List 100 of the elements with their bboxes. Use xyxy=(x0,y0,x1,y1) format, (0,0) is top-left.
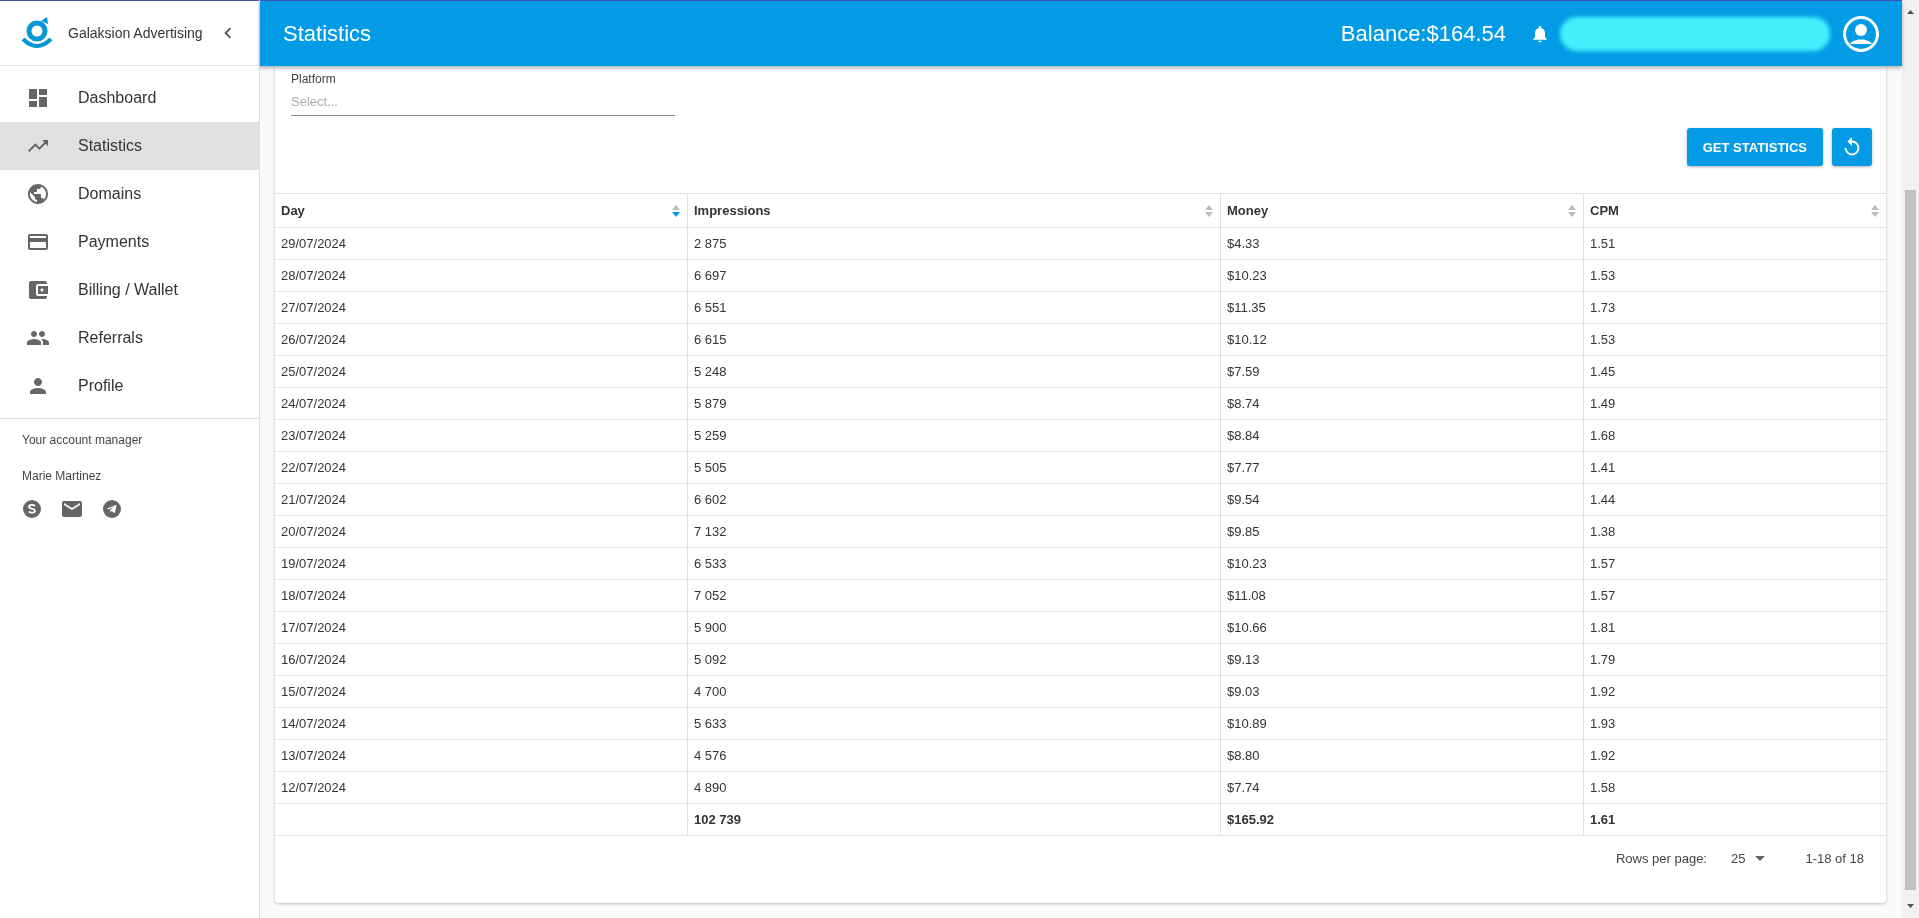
table-cell: 5 505 xyxy=(688,452,1221,484)
sidebar-item[interactable]: Statistics xyxy=(0,122,259,170)
table-cell: 1.49 xyxy=(1584,388,1886,420)
table-cell: 6 533 xyxy=(688,548,1221,580)
table-cell: 1.73 xyxy=(1584,292,1886,324)
table-cell: 18/07/2024 xyxy=(275,580,688,612)
table-cell: 7 052 xyxy=(688,580,1221,612)
table-cell: 4 700 xyxy=(688,676,1221,708)
total-cell: 1.61 xyxy=(1584,804,1886,836)
table-cell: 1.93 xyxy=(1584,708,1886,740)
table-cell: $8.74 xyxy=(1221,388,1584,420)
table-cell: 4 576 xyxy=(688,740,1221,772)
table-cell: $9.03 xyxy=(1221,676,1584,708)
table-cell: 6 697 xyxy=(688,260,1221,292)
table-cell: 28/07/2024 xyxy=(275,260,688,292)
telegram-icon[interactable] xyxy=(102,499,122,519)
bell-icon[interactable] xyxy=(1530,23,1550,44)
page-title: Statistics xyxy=(283,20,373,47)
table-cell: $7.77 xyxy=(1221,452,1584,484)
table-cell: 13/07/2024 xyxy=(275,740,688,772)
table-cell: 17/07/2024 xyxy=(275,612,688,644)
table-cell: $9.54 xyxy=(1221,484,1584,516)
table-cell: 16/07/2024 xyxy=(275,644,688,676)
rows-per-page-label: Rows per page: xyxy=(1615,851,1707,866)
table-cell: 1.53 xyxy=(1584,260,1886,292)
account-manager-label: Your account manager xyxy=(22,433,144,447)
pagination-range: 1-18 of 18 xyxy=(1805,851,1864,866)
table-cell: 24/07/2024 xyxy=(275,388,688,420)
column-header[interactable]: Impressions xyxy=(688,194,1221,228)
table-cell: 4 890 xyxy=(688,772,1221,804)
table-cell: $8.80 xyxy=(1221,740,1584,772)
table-cell: 1.92 xyxy=(1584,676,1886,708)
brand-name: Galaksion Advertising xyxy=(68,25,204,41)
column-header[interactable]: Money xyxy=(1221,194,1584,228)
table-cell: 5 633 xyxy=(688,708,1221,740)
table-cell: $10.89 xyxy=(1221,708,1584,740)
table-cell: 1.81 xyxy=(1584,612,1886,644)
table-cell: 1.51 xyxy=(1584,228,1886,260)
table-cell: 1.92 xyxy=(1584,740,1886,772)
table-cell: 1.41 xyxy=(1584,452,1886,484)
skype-icon[interactable] xyxy=(22,499,42,519)
sidebar-item[interactable]: Profile xyxy=(0,362,259,410)
table-cell: 27/07/2024 xyxy=(275,292,688,324)
sidebar-item[interactable]: Payments xyxy=(0,218,259,266)
table-cell: 12/07/2024 xyxy=(275,772,688,804)
table-cell: 5 092 xyxy=(688,644,1221,676)
table-cell: $8.84 xyxy=(1221,420,1584,452)
total-cell: 102 739 xyxy=(688,804,1221,836)
table-cell: 20/07/2024 xyxy=(275,516,688,548)
table-cell: $9.13 xyxy=(1221,644,1584,676)
table-cell: $10.12 xyxy=(1221,324,1584,356)
table-cell: 1.57 xyxy=(1584,548,1886,580)
table-cell: 2 875 xyxy=(688,228,1221,260)
table-cell: 14/07/2024 xyxy=(275,708,688,740)
table-cell: 23/07/2024 xyxy=(275,420,688,452)
table-cell: $4.33 xyxy=(1221,228,1584,260)
table-cell: 5 900 xyxy=(688,612,1221,644)
column-header[interactable]: CPM xyxy=(1584,194,1886,228)
table-cell: 1.38 xyxy=(1584,516,1886,548)
table-cell: $7.59 xyxy=(1221,356,1584,388)
caret-icon xyxy=(1755,856,1766,861)
table-cell: 5 259 xyxy=(688,420,1221,452)
table-cell: 15/07/2024 xyxy=(275,676,688,708)
total-cell: $165.92 xyxy=(1221,804,1584,836)
refresh-button[interactable] xyxy=(1832,128,1872,166)
table-cell: $11.35 xyxy=(1221,292,1584,324)
table-cell: 1.58 xyxy=(1584,772,1886,804)
platform-label: Platform xyxy=(291,72,337,86)
dashboard-icon xyxy=(26,86,50,110)
table-cell: 6 602 xyxy=(688,484,1221,516)
platform-select[interactable]: Select... xyxy=(291,86,675,116)
table-cell: 1.79 xyxy=(1584,644,1886,676)
table-cell: 6 615 xyxy=(688,324,1221,356)
table-cell: 1.45 xyxy=(1584,356,1886,388)
table-cell: $10.23 xyxy=(1221,548,1584,580)
table-cell: 1.57 xyxy=(1584,580,1886,612)
scrollbar-drawing[interactable] xyxy=(1902,0,1919,918)
table-cell: 29/07/2024 xyxy=(275,228,688,260)
table-cell: 1.44 xyxy=(1584,484,1886,516)
column-header[interactable]: Day xyxy=(275,194,688,228)
table-cell: $11.08 xyxy=(1221,580,1584,612)
avatar-icon[interactable] xyxy=(1842,14,1880,53)
sidebar-item[interactable]: Domains xyxy=(0,170,259,218)
table-cell: 5 248 xyxy=(688,356,1221,388)
wallet-icon xyxy=(26,278,50,302)
table-cell: 1.68 xyxy=(1584,420,1886,452)
rows-per-page-select[interactable]: 25 xyxy=(1731,851,1766,866)
table-cell: $10.23 xyxy=(1221,260,1584,292)
sidebar-item[interactable]: Dashboard xyxy=(0,74,259,122)
balance-amount: Balance:$164.54 xyxy=(1340,20,1506,47)
table-cell: $10.66 xyxy=(1221,612,1584,644)
table-cell: 26/07/2024 xyxy=(275,324,688,356)
table-cell: 19/07/2024 xyxy=(275,548,688,580)
sidebar-item[interactable]: Referrals xyxy=(0,314,259,362)
table-cell: 6 551 xyxy=(688,292,1221,324)
table-cell: 21/07/2024 xyxy=(275,484,688,516)
table-cell: 5 879 xyxy=(688,388,1221,420)
globe-icon xyxy=(26,182,50,206)
sidebar-item[interactable]: Billing / Wallet xyxy=(0,266,259,314)
account-manager-name: Marie Martinez xyxy=(22,469,103,483)
